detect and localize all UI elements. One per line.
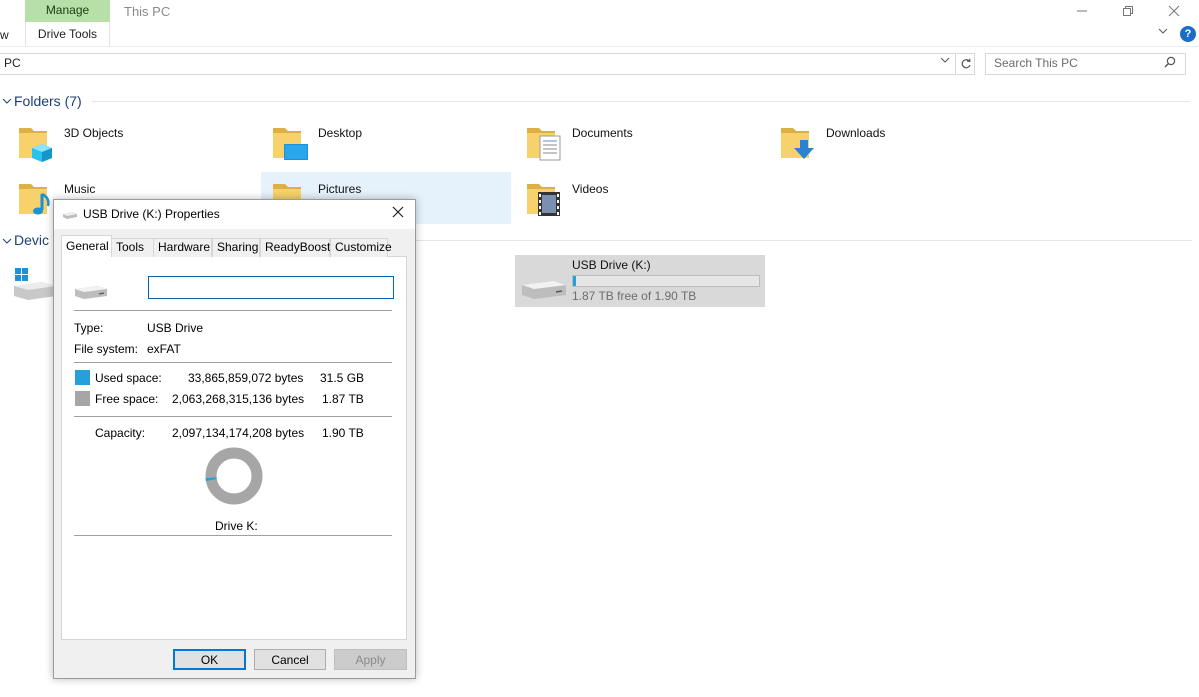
dialog-close-button[interactable] [391, 203, 405, 224]
free-space-swatch [75, 391, 90, 406]
search-icon[interactable] [1164, 56, 1176, 71]
apply-button[interactable]: Apply [334, 649, 407, 670]
tab-general[interactable]: General [61, 235, 112, 257]
close-window-button[interactable] [1151, 0, 1197, 22]
donut-free-ring [205, 447, 263, 505]
folders-collapse-chevron-icon[interactable] [2, 95, 12, 109]
address-bar[interactable] [0, 53, 956, 75]
manage-tab[interactable]: Manage [25, 0, 110, 22]
folder-label: 3D Objects [64, 126, 124, 140]
capacity-short: 1.90 TB [322, 426, 364, 440]
divider [74, 362, 392, 363]
music-icon [19, 184, 50, 215]
drive-large-icon [75, 286, 107, 299]
tab-hardware[interactable]: Hardware [153, 238, 212, 257]
devices-section-title[interactable]: Devic [14, 232, 49, 248]
videos-icon [527, 184, 560, 216]
folder-label: Documents [572, 126, 633, 140]
capacity-label: Capacity: [95, 426, 146, 440]
free-space-label: Free space: [95, 392, 159, 406]
folder-label: Desktop [318, 126, 363, 140]
minimize-button[interactable] [1059, 0, 1105, 22]
drive-letter-label: Drive K: [215, 519, 258, 533]
dialog-title: USB Drive (K:) Properties [83, 207, 220, 221]
windows-drive-icon[interactable] [12, 266, 56, 304]
usb-drive-icon [522, 281, 566, 299]
search-placeholder: Search This PC [994, 56, 1078, 70]
folder-videos[interactable]: Videos [516, 172, 766, 224]
restore-icon [1123, 6, 1133, 16]
capacity-bytes: 2,097,134,174,208 bytes [172, 426, 305, 440]
file-system-label: File system: [74, 342, 139, 356]
restore-button[interactable] [1105, 0, 1151, 22]
address-path: PC [4, 56, 21, 70]
drive-name-input[interactable] [148, 276, 394, 299]
documents-icon [527, 128, 561, 161]
tab-readyboost[interactable]: ReadyBoost [260, 238, 330, 257]
address-dropdown-chevron-icon[interactable] [940, 55, 950, 68]
close-icon [1168, 5, 1180, 17]
folders-section-title[interactable]: Folders (7) [14, 93, 82, 109]
help-icon[interactable]: ? [1180, 26, 1196, 42]
folder-desktop[interactable]: Desktop [262, 116, 512, 168]
folders-section-divider [92, 101, 1190, 102]
window-title: This PC [124, 4, 171, 19]
desktop-icon [273, 128, 308, 160]
ribbon-divider [0, 46, 1199, 47]
close-icon [392, 206, 404, 218]
usb-drive-name: USB Drive (K:) [572, 258, 651, 272]
usage-donut-chart [205, 447, 263, 505]
type-value: USB Drive [147, 321, 204, 335]
used-space-label: Used space: [95, 371, 162, 385]
free-space-bytes: 2,063,268,315,136 bytes [172, 392, 305, 406]
free-space-short: 1.87 TB [322, 392, 364, 406]
minimize-icon [1077, 10, 1087, 12]
used-space-swatch [75, 370, 90, 385]
type-label: Type: [74, 321, 104, 335]
folder-downloads[interactable]: Downloads [770, 116, 1020, 168]
folder-documents[interactable]: Documents [516, 116, 766, 168]
tab-tools[interactable]: Tools [111, 238, 155, 257]
usb-drive-free-text: 1.87 TB free of 1.90 TB [572, 289, 697, 303]
3d-objects-icon [19, 128, 52, 162]
devices-collapse-chevron-icon[interactable] [2, 235, 12, 249]
folder-label: Music [64, 182, 96, 196]
divider [74, 416, 392, 417]
devices-section-divider [416, 240, 1192, 241]
tab-customize[interactable]: Customize [330, 238, 392, 257]
divider [74, 310, 392, 311]
drive-tools-tab[interactable]: Drive Tools [25, 22, 110, 46]
file-system-value: exFAT [147, 342, 181, 356]
cancel-button[interactable]: Cancel [254, 649, 326, 670]
usb-drive-usage-fill [573, 276, 577, 286]
used-space-bytes: 33,865,859,072 bytes [188, 371, 304, 385]
tab-sharing[interactable]: Sharing [212, 238, 260, 257]
drive-title-icon [63, 212, 77, 219]
ok-button[interactable]: OK [173, 649, 246, 670]
view-tab[interactable]: w [0, 28, 9, 42]
divider [74, 535, 392, 536]
refresh-icon [961, 58, 971, 69]
refresh-button[interactable] [957, 53, 975, 75]
folder-label: Pictures [318, 182, 362, 196]
used-space-short: 31.5 GB [320, 371, 365, 385]
downloads-icon [781, 128, 814, 159]
ribbon-expand-chevron-icon[interactable] [1158, 26, 1168, 38]
folder-label: Videos [572, 182, 609, 196]
folder-label: Downloads [826, 126, 886, 140]
usb-drive-usage-bar [572, 275, 760, 287]
folder-3d-objects[interactable]: 3D Objects [8, 116, 258, 168]
